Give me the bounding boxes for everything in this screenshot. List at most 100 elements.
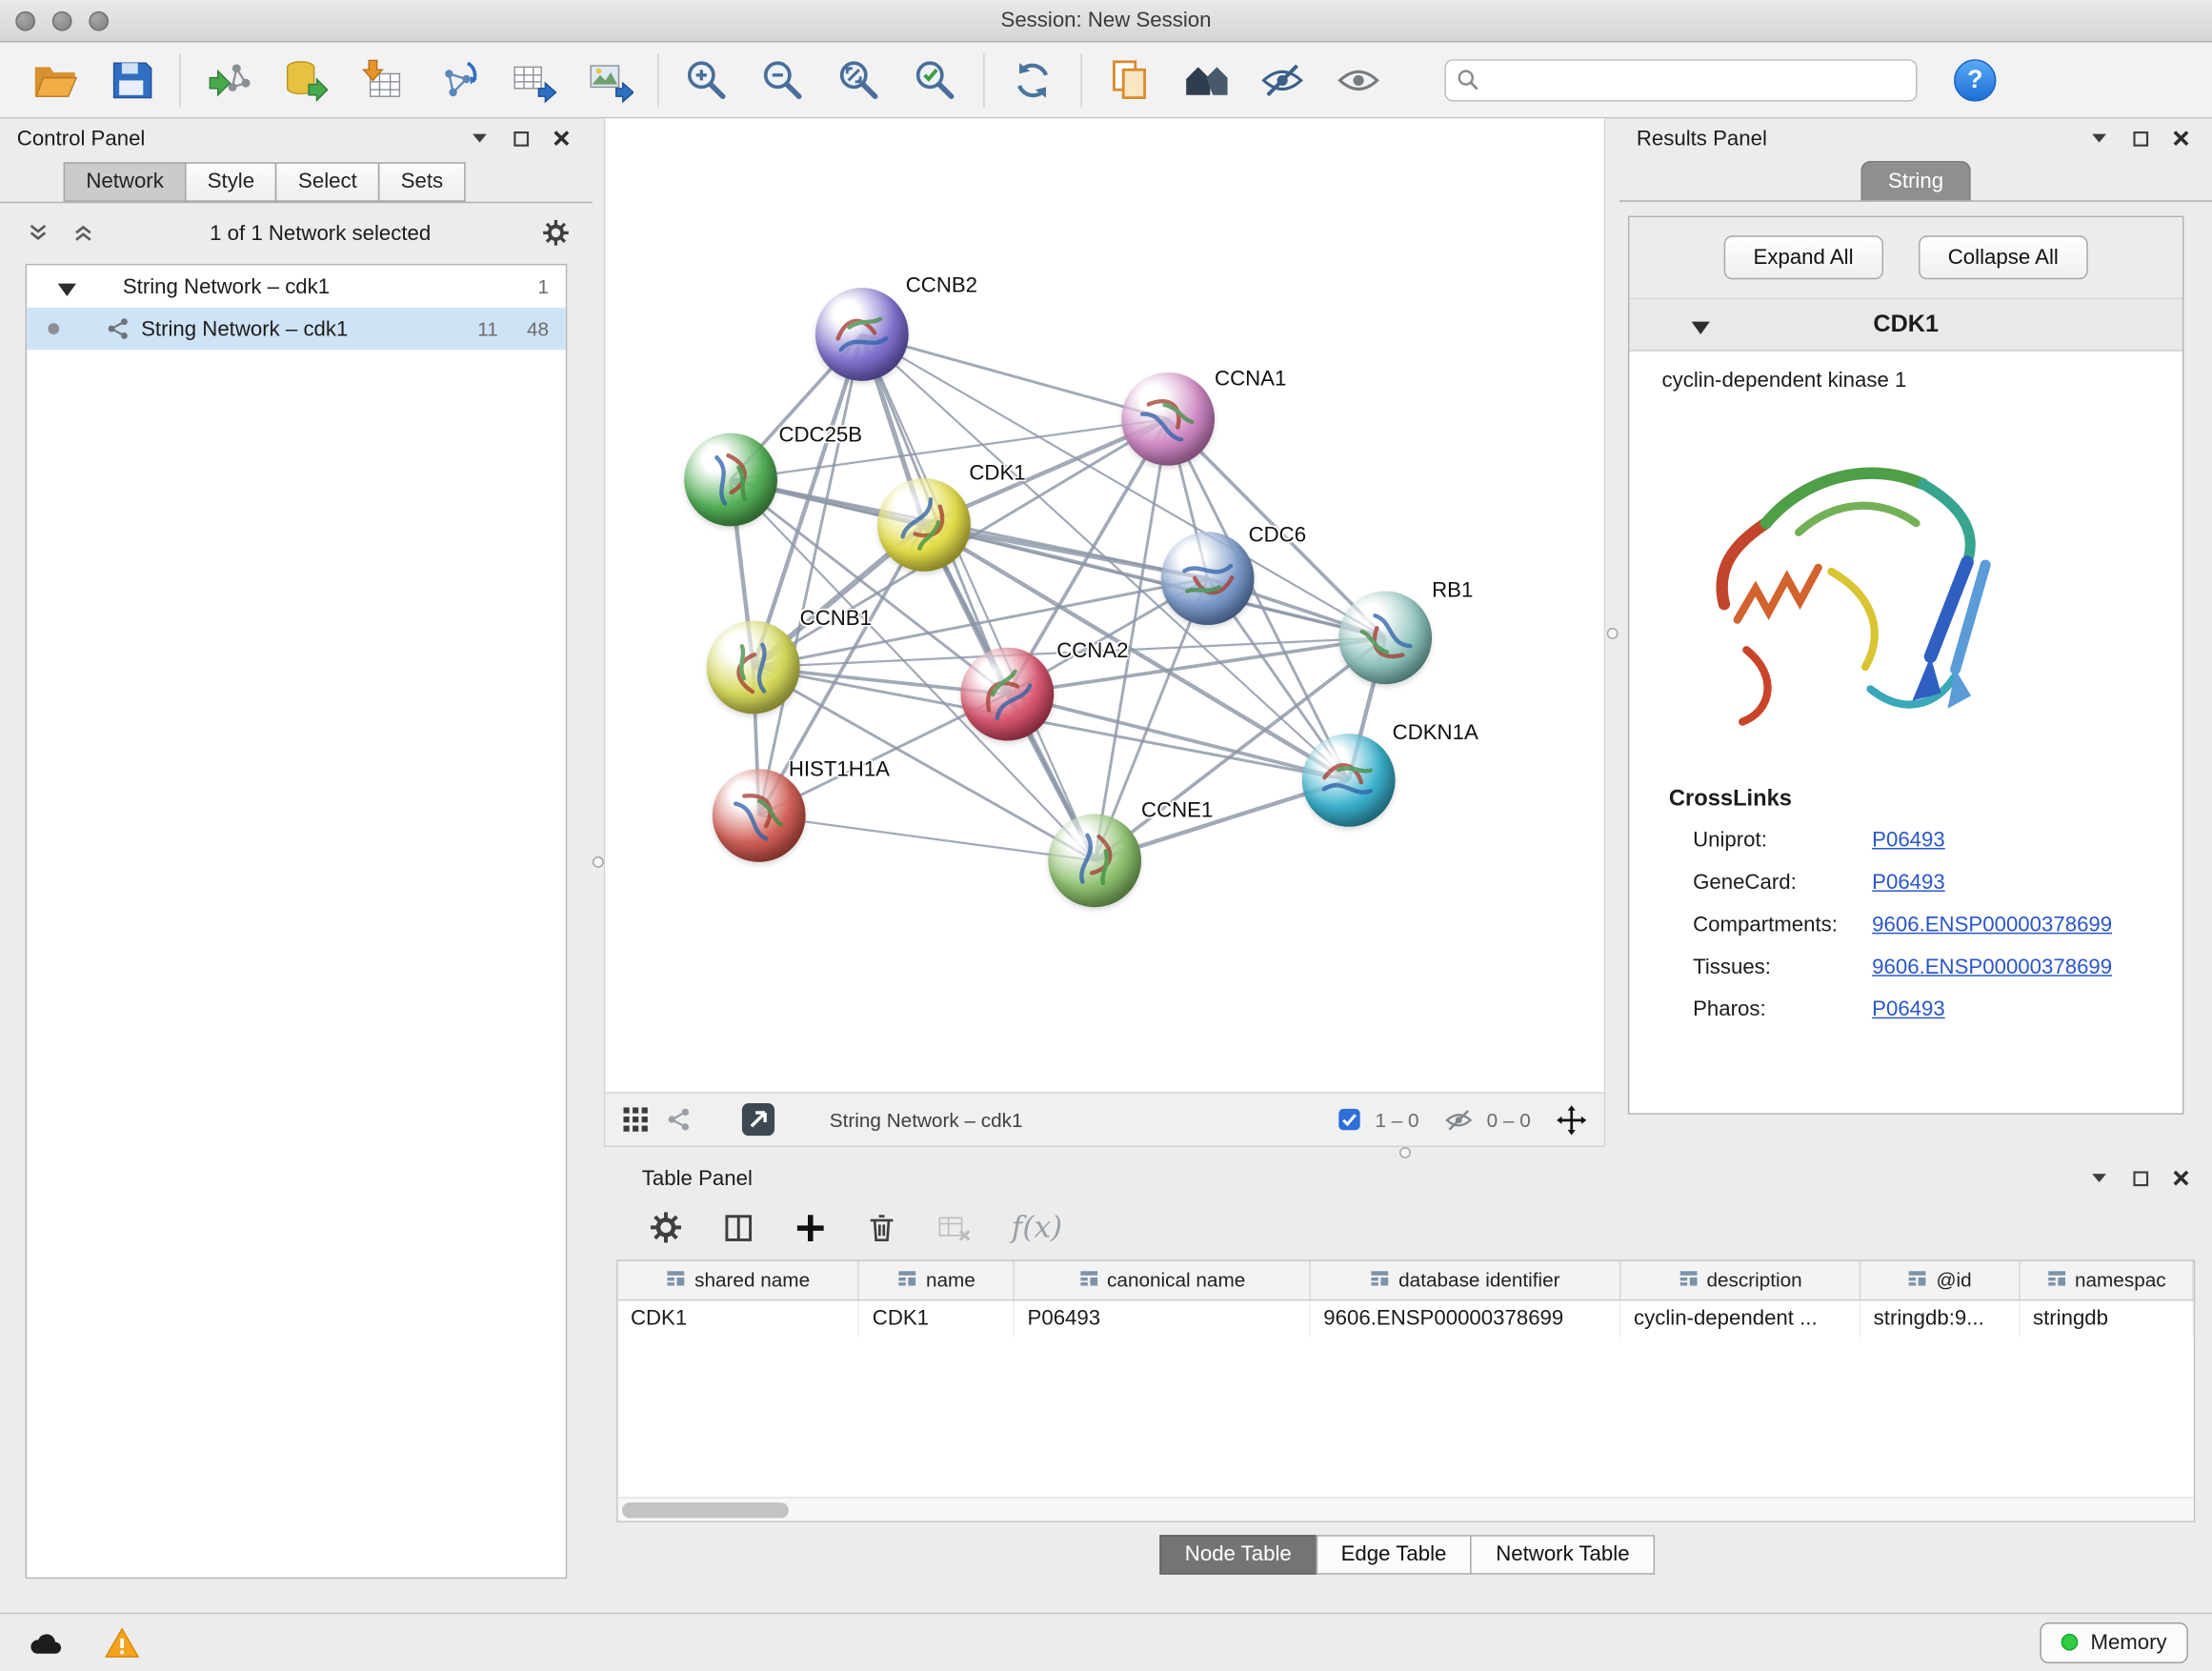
tab-node-table[interactable]: Node Table — [1159, 1535, 1317, 1574]
network-node-rb1[interactable] — [1338, 591, 1432, 684]
crosslink-link[interactable]: P06493 — [1872, 870, 1945, 894]
grid-view-icon[interactable] — [622, 1106, 649, 1133]
collection-disclosure-icon[interactable] — [58, 278, 76, 293]
crosslink-link[interactable]: P06493 — [1872, 997, 1945, 1020]
network-options-gear-icon[interactable] — [539, 216, 573, 251]
splitter-handle[interactable] — [593, 856, 604, 868]
maximize-window-button[interactable] — [89, 11, 109, 31]
show-all-icon[interactable] — [1179, 51, 1233, 108]
network-node-ccnb1[interactable] — [707, 621, 800, 715]
network-node-ccnb2[interactable] — [815, 288, 909, 381]
hide-selected-icon[interactable] — [1256, 51, 1309, 108]
delete-table-icon[interactable] — [934, 1208, 973, 1247]
export-network-icon[interactable] — [507, 51, 560, 108]
control-panel-close-icon[interactable] — [548, 124, 576, 152]
network-node-ccna2[interactable] — [960, 648, 1054, 741]
protein-section-header[interactable]: CDK1 — [1629, 299, 2182, 352]
network-edge-ccnb2-ccne1[interactable] — [862, 334, 1095, 860]
save-session-icon[interactable] — [105, 51, 158, 108]
table-cell[interactable]: 9606.ENSP00000378699 — [1310, 1299, 1620, 1338]
tab-style[interactable]: Style — [185, 162, 277, 201]
table-panel-splitter[interactable] — [604, 1147, 2212, 1158]
network-node-ccne1[interactable] — [1048, 814, 1141, 907]
tab-edge-table[interactable]: Edge Table — [1316, 1535, 1472, 1574]
hidden-count-eye-icon[interactable] — [1444, 1105, 1473, 1134]
tab-network[interactable]: Network — [64, 162, 187, 201]
zoom-out-icon[interactable] — [756, 51, 810, 108]
tab-select[interactable]: Select — [275, 162, 379, 201]
protein-disclosure-icon[interactable] — [1692, 316, 1712, 332]
results-panel-menu-icon[interactable] — [2085, 124, 2114, 152]
network-node-cdk1[interactable] — [877, 478, 971, 572]
search-input[interactable] — [1444, 58, 1917, 100]
function-builder-icon[interactable]: f(x) — [1012, 1211, 1062, 1245]
splitter-handle[interactable] — [1399, 1147, 1411, 1158]
delete-column-trash-icon[interactable] — [862, 1208, 901, 1247]
export-image-icon[interactable] — [583, 51, 636, 108]
network-node-cdc25b[interactable] — [684, 433, 777, 527]
table-settings-gear-icon[interactable] — [646, 1208, 685, 1247]
zoom-fit-icon[interactable] — [833, 51, 886, 108]
pan-crosshair-icon[interactable] — [1556, 1104, 1587, 1136]
show-columns-icon[interactable] — [718, 1208, 757, 1247]
network-edge-ccnb2-hist1h1a[interactable] — [759, 334, 862, 815]
new-network-icon[interactable] — [431, 51, 484, 108]
control-panel-float-icon[interactable] — [507, 124, 535, 152]
open-session-icon[interactable] — [29, 51, 82, 108]
refresh-view-icon[interactable] — [1006, 51, 1059, 108]
column-header[interactable]: description — [1620, 1261, 1860, 1299]
import-network-database-icon[interactable] — [278, 51, 332, 108]
column-header[interactable]: database identifier — [1310, 1261, 1620, 1299]
column-header[interactable]: shared name — [618, 1261, 859, 1299]
network-node-cdc6[interactable] — [1161, 532, 1255, 625]
collapse-all-button[interactable]: Collapse All — [1919, 235, 2088, 279]
warning-icon[interactable] — [100, 1625, 142, 1660]
tab-string[interactable]: String — [1861, 161, 1970, 200]
network-node-ccna1[interactable] — [1121, 372, 1215, 466]
tab-sets[interactable]: Sets — [378, 162, 466, 201]
column-header[interactable]: @id — [1860, 1261, 2020, 1299]
cloud-status-icon[interactable] — [24, 1625, 66, 1660]
network-canvas[interactable]: CCNB2CCNA1CDC25BCDK1CDC6RB1CCNB1CCNA2CDK… — [605, 118, 1603, 1092]
table-cell[interactable]: cyclin-dependent ... — [1620, 1299, 1860, 1338]
table-cell[interactable]: stringdb:9... — [1860, 1299, 2020, 1338]
import-network-file-icon[interactable] — [202, 51, 255, 108]
table-panel-menu-icon[interactable] — [2085, 1164, 2114, 1193]
splitter-handle[interactable] — [1607, 628, 1619, 639]
network-node-hist1h1a[interactable] — [713, 769, 806, 862]
results-panel-splitter[interactable] — [1605, 118, 1619, 1147]
table-cell[interactable]: CDK1 — [859, 1299, 1015, 1338]
close-window-button[interactable] — [15, 11, 35, 31]
network-tree-expand-icon[interactable] — [20, 220, 57, 246]
column-header[interactable]: canonical name — [1014, 1261, 1310, 1299]
add-column-icon[interactable] — [790, 1208, 829, 1247]
string-view-icon[interactable] — [666, 1106, 693, 1133]
zoom-selected-icon[interactable] — [909, 51, 962, 108]
table-panel-close-icon[interactable] — [2167, 1164, 2196, 1193]
control-panel-menu-icon[interactable] — [466, 124, 494, 152]
results-panel-float-icon[interactable] — [2126, 124, 2155, 152]
clone-network-icon[interactable] — [1103, 51, 1156, 108]
expand-all-button[interactable]: Expand All — [1723, 235, 1882, 279]
help-button[interactable]: ? — [1954, 58, 1996, 100]
selected-count-checkbox-icon[interactable] — [1337, 1108, 1360, 1132]
table-cell[interactable]: P06493 — [1014, 1299, 1310, 1338]
crosslink-link[interactable]: 9606.ENSP00000378699 — [1872, 912, 2112, 936]
memory-button[interactable]: Memory — [2040, 1621, 2188, 1662]
network-row[interactable]: String Network – cdk1 11 48 — [27, 308, 566, 350]
network-tree-collapse-icon[interactable] — [65, 220, 102, 246]
table-horizontal-scrollbar[interactable] — [618, 1497, 2194, 1520]
show-hidden-eye-icon[interactable] — [1332, 51, 1385, 108]
table-cell[interactable]: CDK1 — [618, 1299, 859, 1338]
crosslink-link[interactable]: 9606.ENSP00000378699 — [1872, 955, 2112, 978]
network-node-cdkn1a[interactable] — [1302, 734, 1396, 827]
results-panel-close-icon[interactable] — [2167, 124, 2196, 152]
zoom-in-icon[interactable] — [680, 51, 734, 108]
column-header[interactable]: namespac — [2020, 1261, 2193, 1299]
control-panel-splitter[interactable] — [593, 118, 604, 1612]
scrollbar-thumb[interactable] — [622, 1501, 789, 1517]
minimize-window-button[interactable] — [52, 11, 72, 31]
crosslink-link[interactable]: P06493 — [1872, 828, 1945, 852]
network-collection-row[interactable]: String Network – cdk1 1 — [27, 265, 566, 307]
birdseye-view-icon[interactable] — [740, 1102, 775, 1137]
